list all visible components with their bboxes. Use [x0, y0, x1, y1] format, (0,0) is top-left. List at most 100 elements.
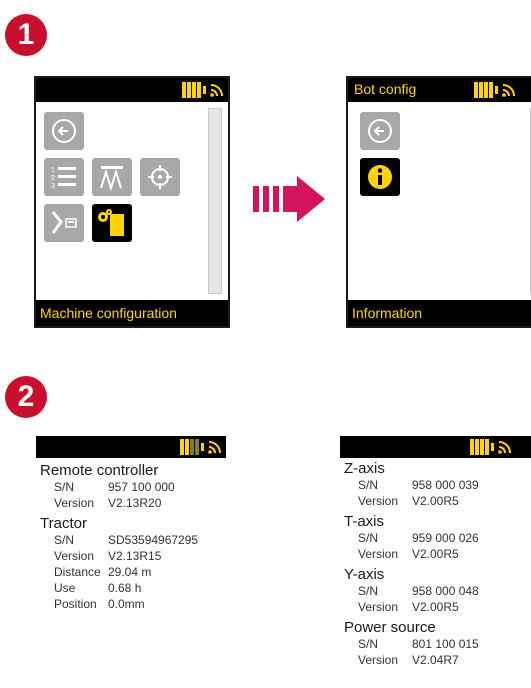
- back-button[interactable]: [360, 112, 400, 150]
- status-bar: [36, 78, 228, 102]
- info-key: Version: [358, 547, 399, 561]
- info-row: Version V2.00R5: [344, 546, 531, 562]
- info-row: Version V2.04R7: [344, 652, 531, 668]
- info-key: Version: [54, 496, 95, 510]
- battery-icon: [182, 82, 206, 98]
- info-value: 801 100 015: [412, 637, 479, 651]
- numbered-list-icon: 1 2 3: [51, 167, 76, 190]
- info-row: Version V2.00R5: [344, 599, 531, 615]
- info-row: S/N 959 000 026: [344, 530, 531, 546]
- info-list: Z-axis S/N 958 000 039 Version V2.00R5 T-axis…: [340, 458, 531, 668]
- info-value: 0.68 h: [108, 581, 142, 595]
- zigzag-pattern-icon: [100, 166, 123, 191]
- info-row: Distance 29.04 m: [40, 564, 226, 580]
- info-key: Use: [54, 581, 76, 595]
- info-row: Version V2.13R15: [40, 548, 226, 564]
- info-key: Position: [54, 597, 97, 611]
- step-1-badge: 1: [5, 14, 47, 56]
- route-path-icon: [51, 211, 77, 234]
- svg-text:2: 2: [51, 175, 55, 182]
- info-status-bar: [36, 436, 226, 458]
- info-value: V2.00R5: [412, 600, 459, 614]
- section-heading: Y-axis: [344, 566, 385, 583]
- footer-label: Information: [352, 305, 423, 321]
- footer-bar: Machine configuration: [36, 300, 228, 326]
- back-arrow-icon: [368, 119, 392, 143]
- info-key: S/N: [358, 478, 379, 492]
- bot-config-screen: Bot config Information: [346, 76, 531, 328]
- info-value: SD53594967295: [108, 533, 199, 547]
- wifi-signal-icon: [502, 84, 515, 97]
- svg-text:1: 1: [51, 167, 55, 174]
- info-row: Version V2.13R20: [40, 495, 226, 511]
- wifi-signal-icon: [208, 441, 221, 454]
- info-row: S/N 958 000 039: [344, 477, 531, 493]
- next-step-arrow-icon: [253, 176, 325, 222]
- info-row: S/N 957 100 000: [40, 479, 226, 495]
- footer-label: Machine configuration: [40, 305, 177, 321]
- status-bar: Bot config: [348, 78, 531, 102]
- section-heading: Tractor: [40, 515, 87, 532]
- info-value: V2.04R7: [412, 653, 459, 667]
- scrollbar[interactable]: [208, 108, 222, 294]
- info-value: 0.0mm: [108, 597, 145, 611]
- info-row: Use 0.68 h: [40, 580, 226, 596]
- crosshair-target-icon: [148, 165, 172, 189]
- info-value: V2.13R15: [108, 549, 162, 563]
- info-key: S/N: [54, 480, 75, 494]
- info-key: Version: [358, 494, 399, 508]
- info-key: S/N: [358, 584, 379, 598]
- section-heading: Remote controller: [40, 462, 159, 479]
- back-button[interactable]: [44, 112, 84, 150]
- list-menu-button[interactable]: 1 2 3: [44, 158, 84, 196]
- info-value: 957 100 000: [108, 480, 175, 494]
- info-status-bar: [340, 436, 531, 458]
- section-heading: Power source: [344, 619, 436, 636]
- back-arrow-icon: [52, 119, 76, 143]
- footer-bar: Information: [348, 300, 531, 326]
- route-menu-button[interactable]: [44, 204, 84, 242]
- info-row: S/N 958 000 048: [344, 583, 531, 599]
- info-panel-right: Z-axis S/N 958 000 039 Version V2.00R5 T-axis…: [340, 436, 531, 668]
- info-value: 958 000 048: [412, 584, 479, 598]
- status-icons: [182, 81, 224, 99]
- info-row: Version V2.00R5: [344, 493, 531, 509]
- info-value: 959 000 026: [412, 531, 479, 545]
- info-panel-left: Remote controller S/N 957 100 000 Version V2…: [36, 436, 226, 612]
- screen-title: Bot config: [354, 81, 417, 97]
- info-key: Distance: [54, 565, 101, 579]
- status-icons: [180, 438, 222, 456]
- info-value: 958 000 039: [412, 478, 479, 492]
- info-key: Version: [358, 653, 399, 667]
- battery-icon: [470, 439, 494, 455]
- info-value: V2.00R5: [412, 547, 459, 561]
- battery-icon: [180, 439, 204, 455]
- battery-icon: [474, 82, 498, 98]
- info-list: Remote controller S/N 957 100 000 Version V2…: [36, 458, 226, 612]
- info-value: V2.13R20: [108, 496, 162, 510]
- section-heading: Z-axis: [344, 460, 385, 477]
- machine-config-screen: 1 2 3 Machine configuration: [34, 76, 230, 328]
- info-key: S/N: [54, 533, 75, 547]
- info-value: 29.04 m: [108, 565, 152, 579]
- info-row: S/N SD53594967295: [40, 532, 226, 548]
- gear-machine-icon: [98, 209, 124, 236]
- wifi-signal-icon: [210, 84, 223, 97]
- pattern-menu-button[interactable]: [92, 158, 132, 196]
- step-2-badge: 2: [5, 376, 47, 418]
- info-row: S/N 801 100 015: [344, 636, 531, 652]
- info-icon: [368, 165, 392, 189]
- machine-config-button[interactable]: [92, 204, 132, 242]
- information-button[interactable]: [360, 158, 400, 196]
- svg-text:3: 3: [51, 183, 55, 190]
- target-menu-button[interactable]: [140, 158, 180, 196]
- status-icons: [470, 438, 512, 456]
- info-key: Version: [54, 549, 95, 563]
- info-value: V2.00R5: [412, 494, 459, 508]
- section-heading: T-axis: [344, 513, 385, 530]
- info-key: S/N: [358, 531, 379, 545]
- info-key: Version: [358, 600, 399, 614]
- status-icons: [474, 81, 516, 99]
- info-row: Position 0.0mm: [40, 596, 226, 612]
- wifi-signal-icon: [498, 441, 511, 454]
